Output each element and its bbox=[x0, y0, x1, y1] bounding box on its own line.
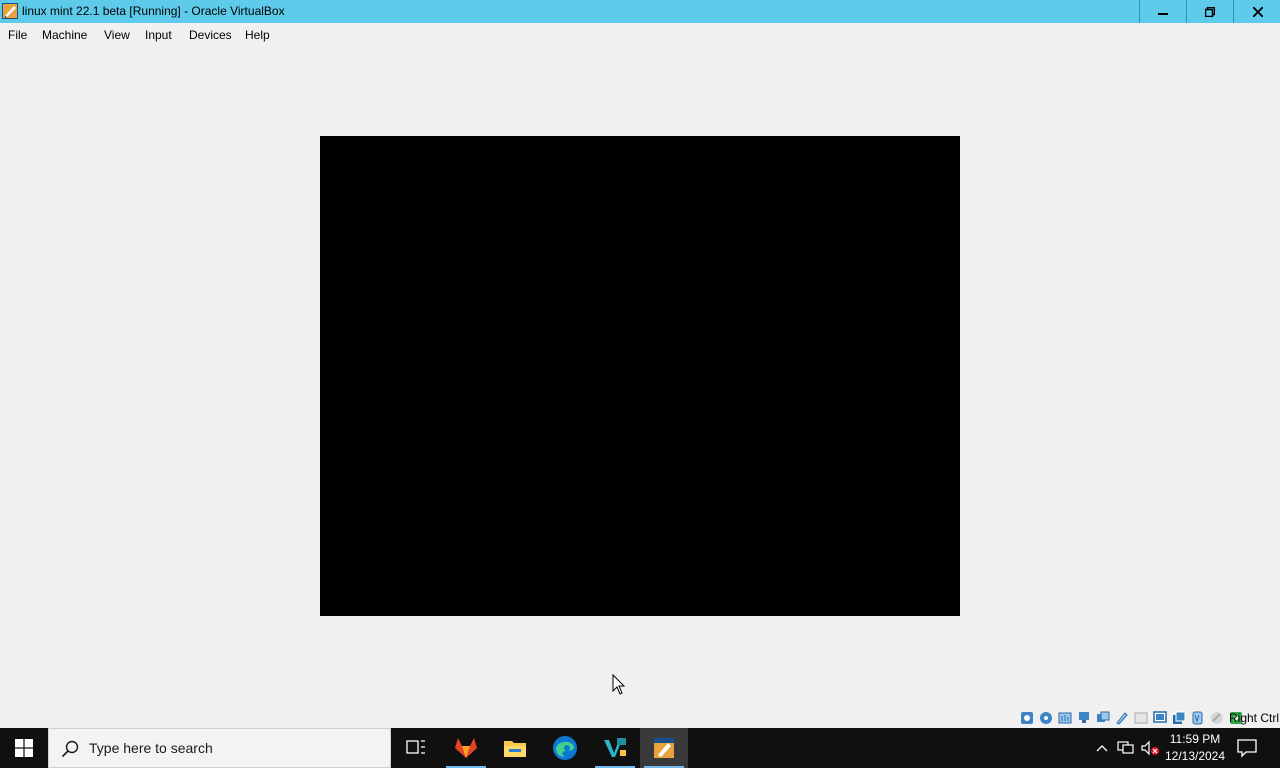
menu-file[interactable]: File bbox=[8, 28, 27, 42]
menu-devices[interactable]: Devices bbox=[189, 28, 232, 42]
clock-time: 11:59 PM bbox=[1169, 732, 1221, 746]
network-icon[interactable] bbox=[1077, 711, 1091, 725]
window-title: linux mint 22.1 beta [Running] - Oracle … bbox=[22, 4, 285, 18]
mouse-integration-icon[interactable] bbox=[1191, 711, 1205, 725]
network-status-icon[interactable] bbox=[1117, 740, 1135, 756]
file-explorer-icon bbox=[504, 741, 526, 757]
restore-button[interactable] bbox=[1186, 0, 1233, 23]
taskbar-app-gitlab[interactable] bbox=[442, 728, 490, 768]
recording-icon[interactable] bbox=[1153, 711, 1167, 725]
taskbar-app-file-explorer[interactable] bbox=[491, 728, 539, 768]
volume-muted-icon[interactable] bbox=[1141, 740, 1159, 756]
virtualbox-icon bbox=[654, 738, 674, 758]
gitlab-icon bbox=[455, 738, 477, 758]
taskbar-app-edge[interactable] bbox=[541, 728, 589, 768]
task-view-button[interactable] bbox=[392, 728, 440, 768]
hard-disk-icon[interactable] bbox=[1020, 711, 1034, 725]
close-icon bbox=[1252, 6, 1263, 17]
search-placeholder: Type here to search bbox=[89, 740, 213, 756]
task-view-icon bbox=[406, 740, 425, 754]
visual-studio-icon bbox=[604, 738, 626, 757]
menu-view[interactable]: View bbox=[104, 28, 130, 42]
start-button[interactable] bbox=[0, 728, 48, 768]
taskbar-clock[interactable]: 11:59 PM 12/13/2024 bbox=[1162, 731, 1228, 765]
menu-input[interactable]: Input bbox=[145, 28, 172, 42]
search-icon bbox=[61, 740, 79, 758]
menu-machine[interactable]: Machine bbox=[42, 28, 87, 42]
taskbar-app-virtualbox[interactable] bbox=[640, 728, 688, 768]
windows-logo-icon bbox=[15, 739, 33, 757]
taskbar-app-visual-studio[interactable] bbox=[591, 728, 639, 768]
mouse-cursor-icon bbox=[612, 674, 626, 695]
minimize-icon bbox=[1158, 12, 1168, 15]
taskbar: Type here to search 11:59 PM 12/13/2024 bbox=[0, 728, 1280, 768]
taskbar-search-box[interactable]: Type here to search bbox=[48, 728, 391, 768]
display-icon[interactable] bbox=[1134, 711, 1148, 725]
shared-folders-icon[interactable] bbox=[1115, 711, 1129, 725]
restore-icon bbox=[1205, 6, 1215, 17]
clock-date: 12/13/2024 bbox=[1164, 749, 1226, 763]
keyboard-icon[interactable] bbox=[1210, 711, 1224, 725]
minimize-button[interactable] bbox=[1139, 0, 1186, 23]
menu-bar: File Machine View Input Devices Help bbox=[0, 23, 1280, 46]
host-key-label: Right Ctrl bbox=[1229, 711, 1280, 725]
usb-icon[interactable] bbox=[1096, 711, 1110, 725]
virtualbox-app-icon[interactable] bbox=[2, 3, 18, 19]
optical-drive-icon[interactable] bbox=[1039, 711, 1053, 725]
title-bar: linux mint 22.1 beta [Running] - Oracle … bbox=[0, 0, 1280, 23]
close-button[interactable] bbox=[1233, 0, 1280, 23]
show-hidden-icons-chevron-icon[interactable] bbox=[1094, 740, 1110, 756]
vm-display[interactable] bbox=[320, 136, 960, 616]
menu-help[interactable]: Help bbox=[245, 28, 270, 42]
notification-center-icon[interactable] bbox=[1236, 738, 1258, 758]
edge-icon bbox=[553, 736, 577, 760]
cpu-icon[interactable] bbox=[1172, 711, 1186, 725]
audio-icon[interactable] bbox=[1058, 711, 1072, 725]
